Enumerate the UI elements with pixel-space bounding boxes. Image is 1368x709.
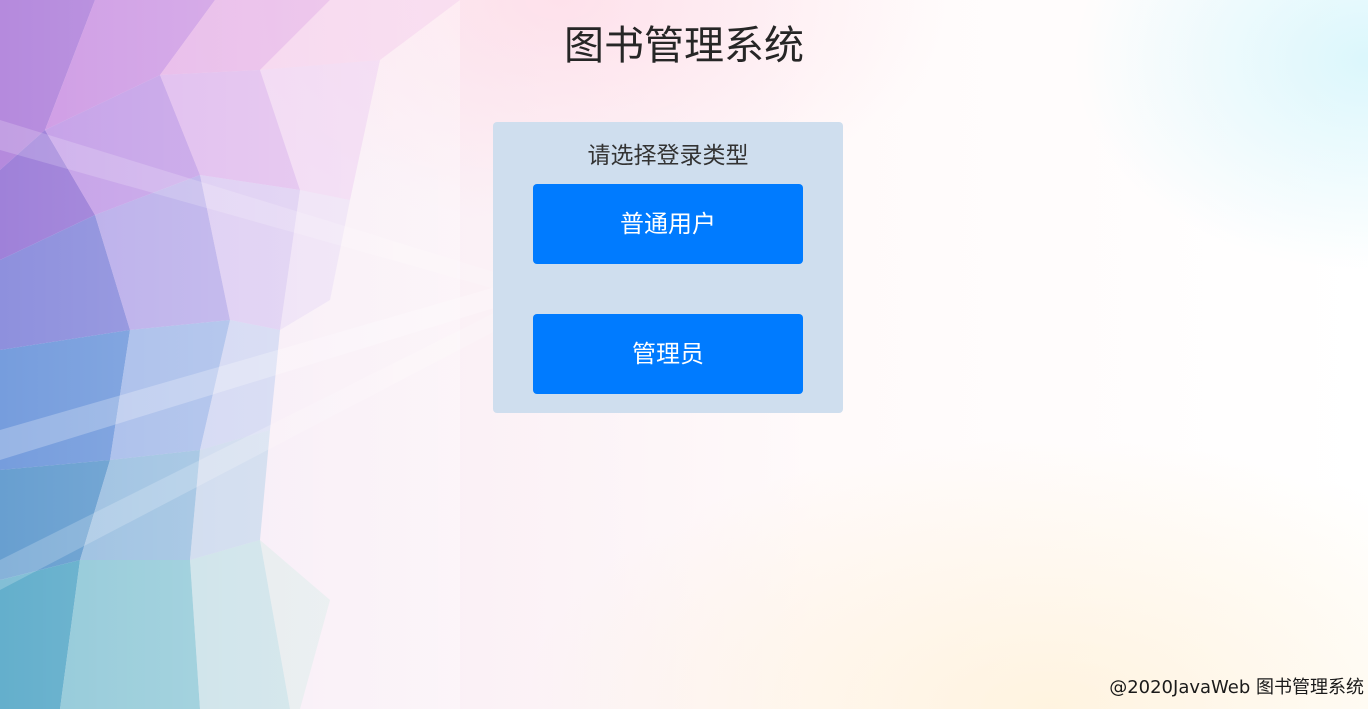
admin-button[interactable]: 管理员 — [533, 314, 803, 394]
footer-credit: @2020JavaWeb 图书管理系统 — [1109, 677, 1364, 698]
login-type-panel: 请选择登录类型 普通用户 管理员 — [493, 122, 843, 413]
login-type-prompt: 请选择登录类型 — [587, 143, 749, 169]
page-title: 图书管理系统 — [564, 23, 804, 69]
regular-user-button[interactable]: 普通用户 — [533, 184, 803, 264]
login-type-page: 图书管理系统 请选择登录类型 普通用户 管理员 @2020JavaWeb 图书管… — [0, 0, 1368, 709]
